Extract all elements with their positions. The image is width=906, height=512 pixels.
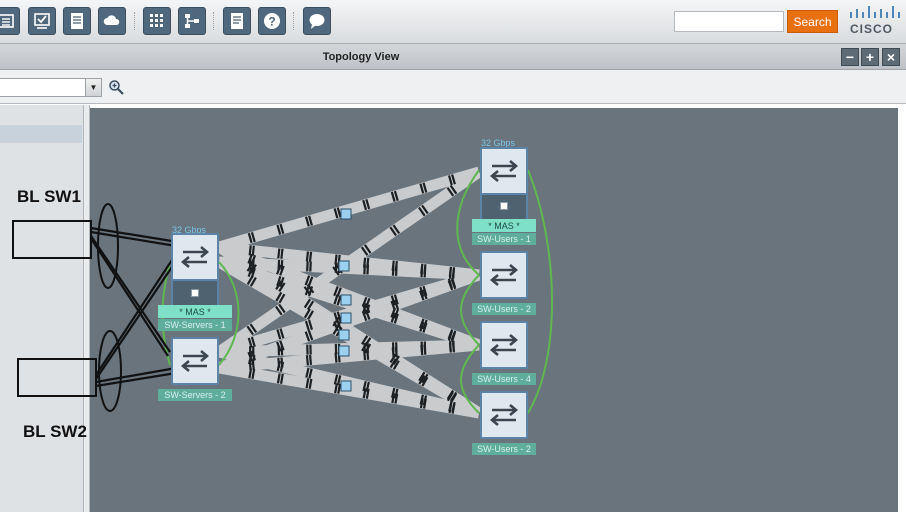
switch-node-servers-2[interactable] (171, 337, 219, 385)
zoom-in-icon[interactable] (108, 79, 124, 95)
hierarchy-icon[interactable] (178, 7, 206, 35)
window-title: Topology View (322, 51, 400, 63)
cloud-icon[interactable] (98, 7, 126, 35)
switch-node-users-1[interactable] (480, 147, 528, 195)
switch-node-users-2[interactable] (480, 251, 528, 299)
annotation-label-sw2: BL SW2 (23, 422, 87, 441)
link-member-tick (305, 251, 310, 262)
collapse-icon[interactable] (500, 202, 508, 210)
maximize-button[interactable]: + (861, 48, 879, 66)
link-member-tick (423, 344, 427, 355)
link-member-tick (451, 342, 456, 353)
link-member-tick (448, 342, 452, 353)
switch-node-users-5[interactable] (480, 391, 528, 439)
link-member-tick (308, 354, 313, 365)
link-member-tick (248, 245, 252, 256)
master-badge-left: * MAS * (158, 305, 232, 318)
checklist-icon[interactable] (28, 7, 56, 35)
switch-label-servers-1: SW-Servers - 1 (158, 319, 232, 331)
annotation-label-sw1: BL SW1 (17, 187, 81, 206)
port-icon[interactable] (338, 345, 350, 357)
switch-label-users-4: SW-Users - 4 (472, 373, 536, 385)
switch-icon (180, 350, 210, 372)
switch-label-users-2: SW-Users - 2 (472, 303, 536, 315)
master-badge-right: * MAS * (472, 219, 536, 232)
switch-node-servers-1[interactable] (171, 233, 219, 281)
link-member-tick (280, 248, 284, 259)
port-icon[interactable] (340, 380, 352, 392)
help-icon[interactable]: ? (258, 7, 286, 35)
navigation-panel (0, 105, 83, 512)
chat-icon[interactable] (303, 7, 331, 35)
switch-icon (489, 264, 519, 286)
switch-icon (180, 246, 210, 268)
selected-tree-item[interactable] (0, 125, 82, 143)
link-member-tick (251, 245, 255, 256)
switch-icon (489, 404, 519, 426)
link-member-tick (277, 248, 281, 259)
toolbar-separator (213, 12, 215, 30)
view-select[interactable]: ▼ (0, 78, 102, 97)
search-button[interactable]: Search (787, 10, 838, 33)
collapse-icon[interactable] (191, 289, 199, 297)
window-titlebar: Topology View − + × (0, 44, 906, 70)
svg-text:?: ? (268, 15, 275, 29)
switch-icon (489, 160, 519, 182)
search-input[interactable] (674, 11, 784, 32)
minimize-button[interactable]: − (841, 48, 859, 66)
link-member-tick (391, 347, 395, 358)
main-toolbar: ? Search CISCO (0, 0, 906, 44)
link-member-tick (366, 349, 370, 360)
port-icon[interactable] (340, 208, 352, 220)
switch-node-users-4[interactable] (480, 321, 528, 369)
link-member-tick (363, 350, 367, 361)
view-toolbar: ▼ (0, 70, 906, 104)
link-member-tick (305, 355, 309, 366)
port-icon[interactable] (340, 312, 352, 324)
switch-label-users-5: SW-Users - 2 (472, 443, 536, 455)
cisco-brand-text: CISCO (850, 22, 894, 36)
link-member-tick (334, 352, 338, 363)
port-icon[interactable] (338, 329, 350, 341)
switch-label-servers-2: SW-Servers - 2 (158, 389, 232, 401)
link-member-tick (394, 347, 398, 358)
switch-label-users-1: SW-Users - 1 (472, 233, 536, 245)
grid-icon[interactable] (143, 7, 171, 35)
stack-member-bar (171, 281, 219, 307)
close-button[interactable]: × (882, 48, 900, 66)
toolbar-separator (134, 12, 136, 30)
port-icon[interactable] (338, 260, 350, 272)
port-icon[interactable] (340, 294, 352, 306)
switch-icon (489, 334, 519, 356)
list-icon[interactable] (0, 7, 20, 35)
notes-icon[interactable] (63, 7, 91, 35)
link-member-tick (420, 344, 424, 356)
stack-member-bar (480, 195, 528, 219)
toolbar-separator (293, 12, 295, 30)
link-member-tick (308, 251, 313, 262)
document-icon[interactable] (223, 7, 251, 35)
chevron-down-icon[interactable]: ▼ (85, 79, 101, 96)
panel-splitter[interactable] (83, 105, 90, 512)
